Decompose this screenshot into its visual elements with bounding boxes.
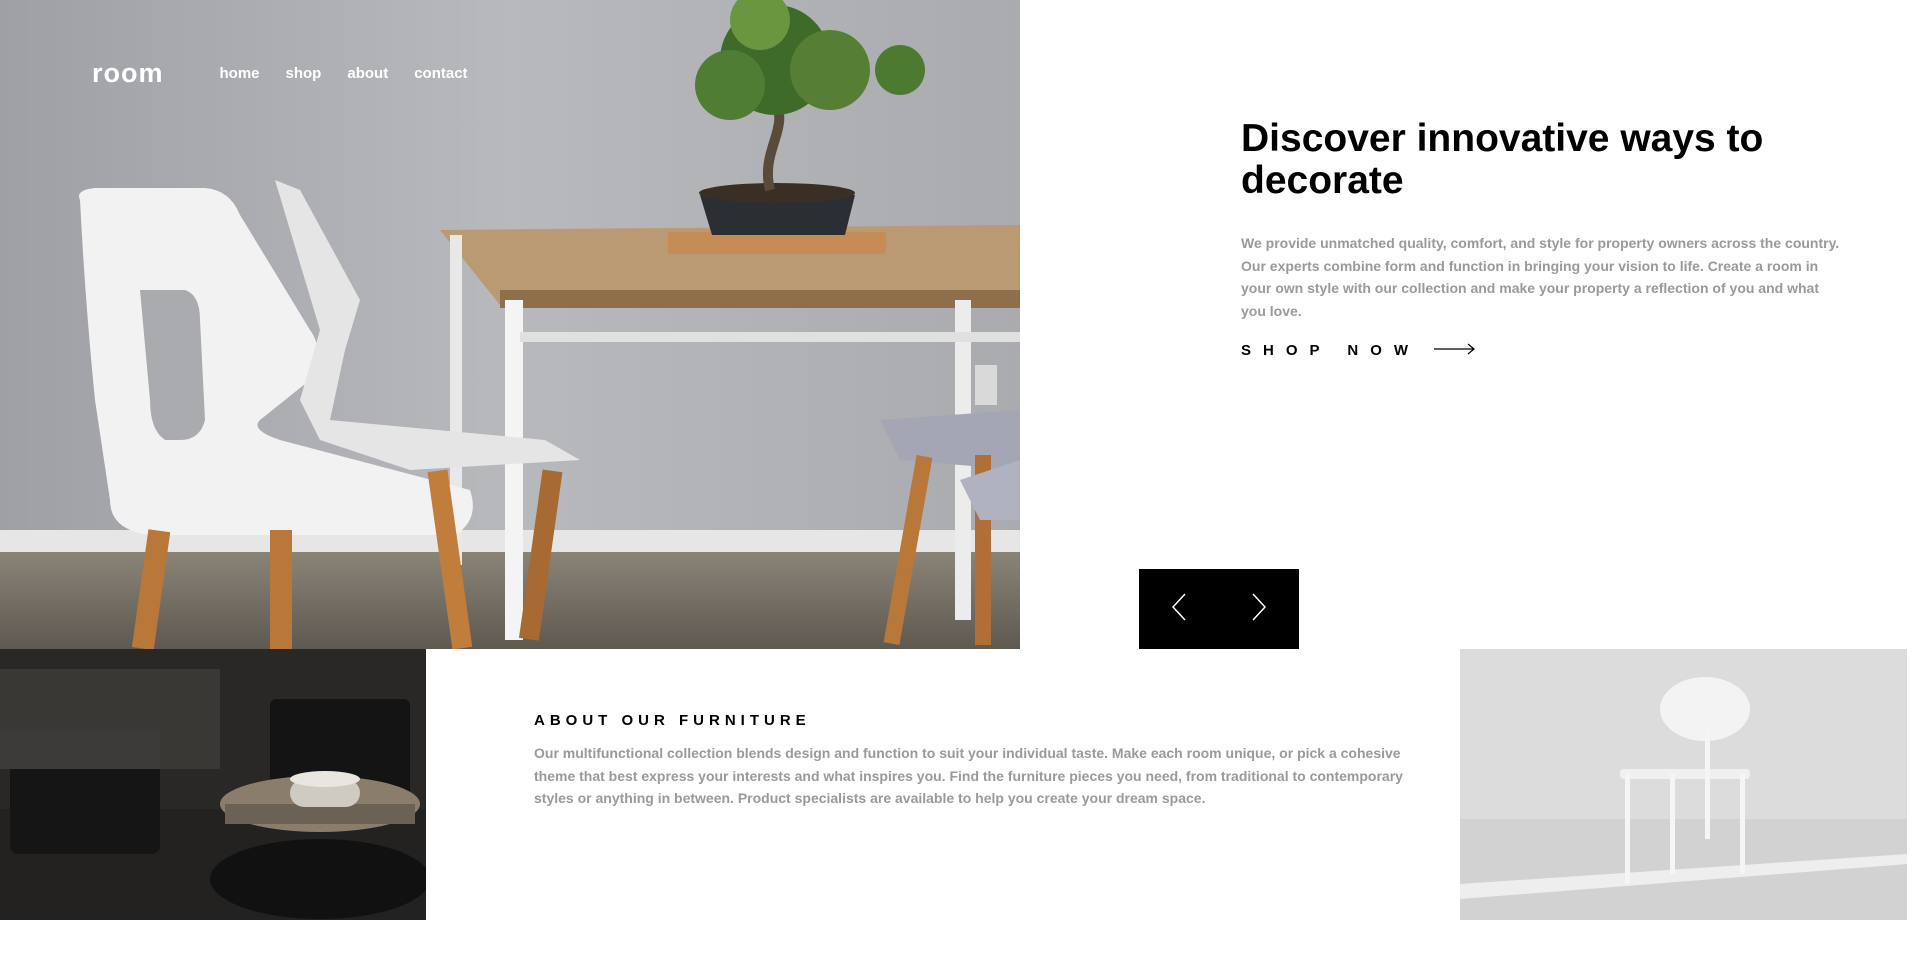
hero-description: We provide unmatched quality, comfort, a… (1241, 235, 1840, 319)
about-image-white-chair (1460, 649, 1907, 920)
nav-link-shop[interactable]: shop (286, 65, 322, 82)
slider-prev-button[interactable] (1139, 569, 1219, 649)
about-title: ABOUT OUR FURNITURE (534, 712, 811, 729)
chevron-left-icon (1171, 592, 1186, 626)
about-description: Our multifunctional collection blends de… (534, 745, 1403, 806)
shop-now-button[interactable]: SHOP NOW (1241, 342, 1846, 359)
arrow-right-icon (1434, 342, 1476, 359)
about-image-dark-chairs (0, 649, 426, 920)
hero-content: Discover innovative ways to decorate We … (1241, 117, 1846, 360)
nav-link-about[interactable]: about (347, 65, 388, 82)
chevron-right-icon (1252, 592, 1267, 626)
hero-title: Discover innovative ways to decorate (1241, 117, 1764, 202)
hero-photo-dining-chairs (0, 0, 1020, 649)
hero-image: room home shop about contact (0, 0, 1020, 649)
slider-next-button[interactable] (1219, 569, 1299, 649)
shop-now-label: SHOP NOW (1241, 342, 1421, 359)
about-section: ABOUT OUR FURNITURE Our multifunctional … (534, 712, 1414, 810)
logo[interactable]: room (92, 58, 164, 89)
main-nav: room home shop about contact (92, 58, 494, 89)
nav-link-home[interactable]: home (220, 65, 260, 82)
slider-controls (1139, 569, 1299, 649)
nav-link-contact[interactable]: contact (414, 65, 467, 82)
